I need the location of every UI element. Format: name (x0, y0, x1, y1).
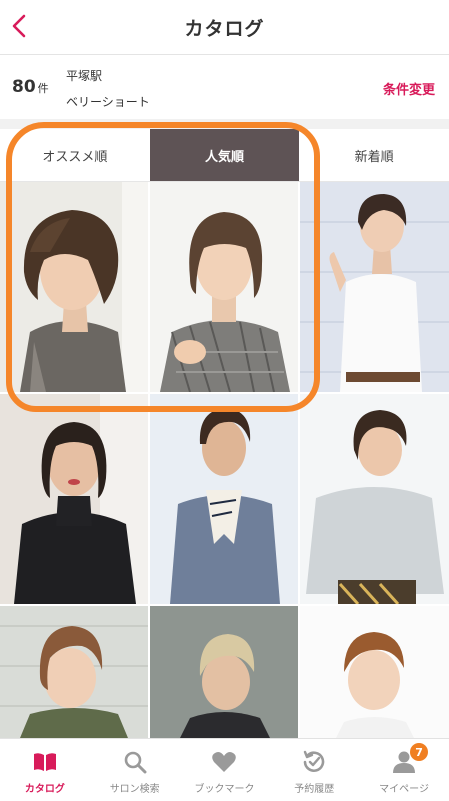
page-title: カタログ (184, 18, 265, 40)
book-icon (33, 753, 56, 771)
tab-popular[interactable]: 人気順 (149, 129, 300, 181)
hairstyle-image (0, 182, 148, 392)
hairstyle-image (0, 606, 148, 738)
tabbar-label: 予約履歴 (294, 784, 335, 795)
app-header: カタログ (0, 0, 449, 55)
hairstyle-image (150, 394, 298, 604)
hairstyle-image (300, 606, 449, 738)
change-conditions-button[interactable]: 条件変更 (383, 79, 435, 98)
tabbar-item-catalog[interactable]: カタログ (0, 739, 90, 801)
hairstyle-image (300, 182, 449, 392)
tabbar-label: ブックマーク (194, 784, 255, 795)
hairstyle-photo[interactable] (0, 606, 148, 738)
hairstyle-photo[interactable] (150, 606, 298, 738)
tabbar-item-mypage[interactable]: 7 マイページ (359, 739, 449, 801)
search-conditions: 80 件 平塚駅 ベリーショート 条件変更 (0, 55, 449, 119)
tabbar-label: サロン検索 (109, 784, 160, 795)
hairstyle-photo[interactable] (300, 182, 449, 392)
tabbar-item-history[interactable]: 予約履歴 (269, 739, 359, 801)
hairstyle-image (0, 394, 148, 604)
condition-length: ベリーショート (66, 95, 150, 109)
section-divider (0, 119, 449, 129)
result-count-number: 80 (12, 77, 36, 97)
condition-station: 平塚駅 (66, 69, 103, 83)
history-clock-icon (303, 750, 325, 772)
tabbar-label: カタログ (24, 784, 65, 795)
hairstyle-image (150, 606, 298, 738)
sort-tabs: オススメ順 人気順 新着順 (0, 129, 449, 182)
hairstyle-photo[interactable] (150, 394, 298, 604)
result-count: 80 件 (12, 77, 49, 97)
bottom-tab-bar: カタログ サロン検索 ブックマーク 予約履歴 7 マイページ (0, 738, 449, 801)
tabbar-item-bookmark[interactable]: ブックマーク (180, 739, 270, 801)
hairstyle-grid (0, 182, 449, 738)
tabbar-item-salon-search[interactable]: サロン検索 (90, 739, 180, 801)
tab-newest[interactable]: 新着順 (299, 129, 449, 181)
tabbar-label: マイページ (379, 784, 429, 795)
tab-recommended[interactable]: オススメ順 (0, 129, 150, 181)
hairstyle-photo[interactable] (300, 606, 449, 738)
notification-badge: 7 (410, 743, 429, 761)
hairstyle-photo[interactable] (150, 182, 298, 392)
hairstyle-image (300, 394, 449, 604)
hairstyle-photo[interactable] (0, 394, 148, 604)
result-count-unit: 件 (37, 82, 49, 95)
heart-icon (212, 752, 237, 772)
search-icon (124, 751, 147, 774)
hairstyle-photo[interactable] (300, 394, 449, 604)
hairstyle-image (150, 182, 298, 392)
hairstyle-photo[interactable] (0, 182, 148, 392)
